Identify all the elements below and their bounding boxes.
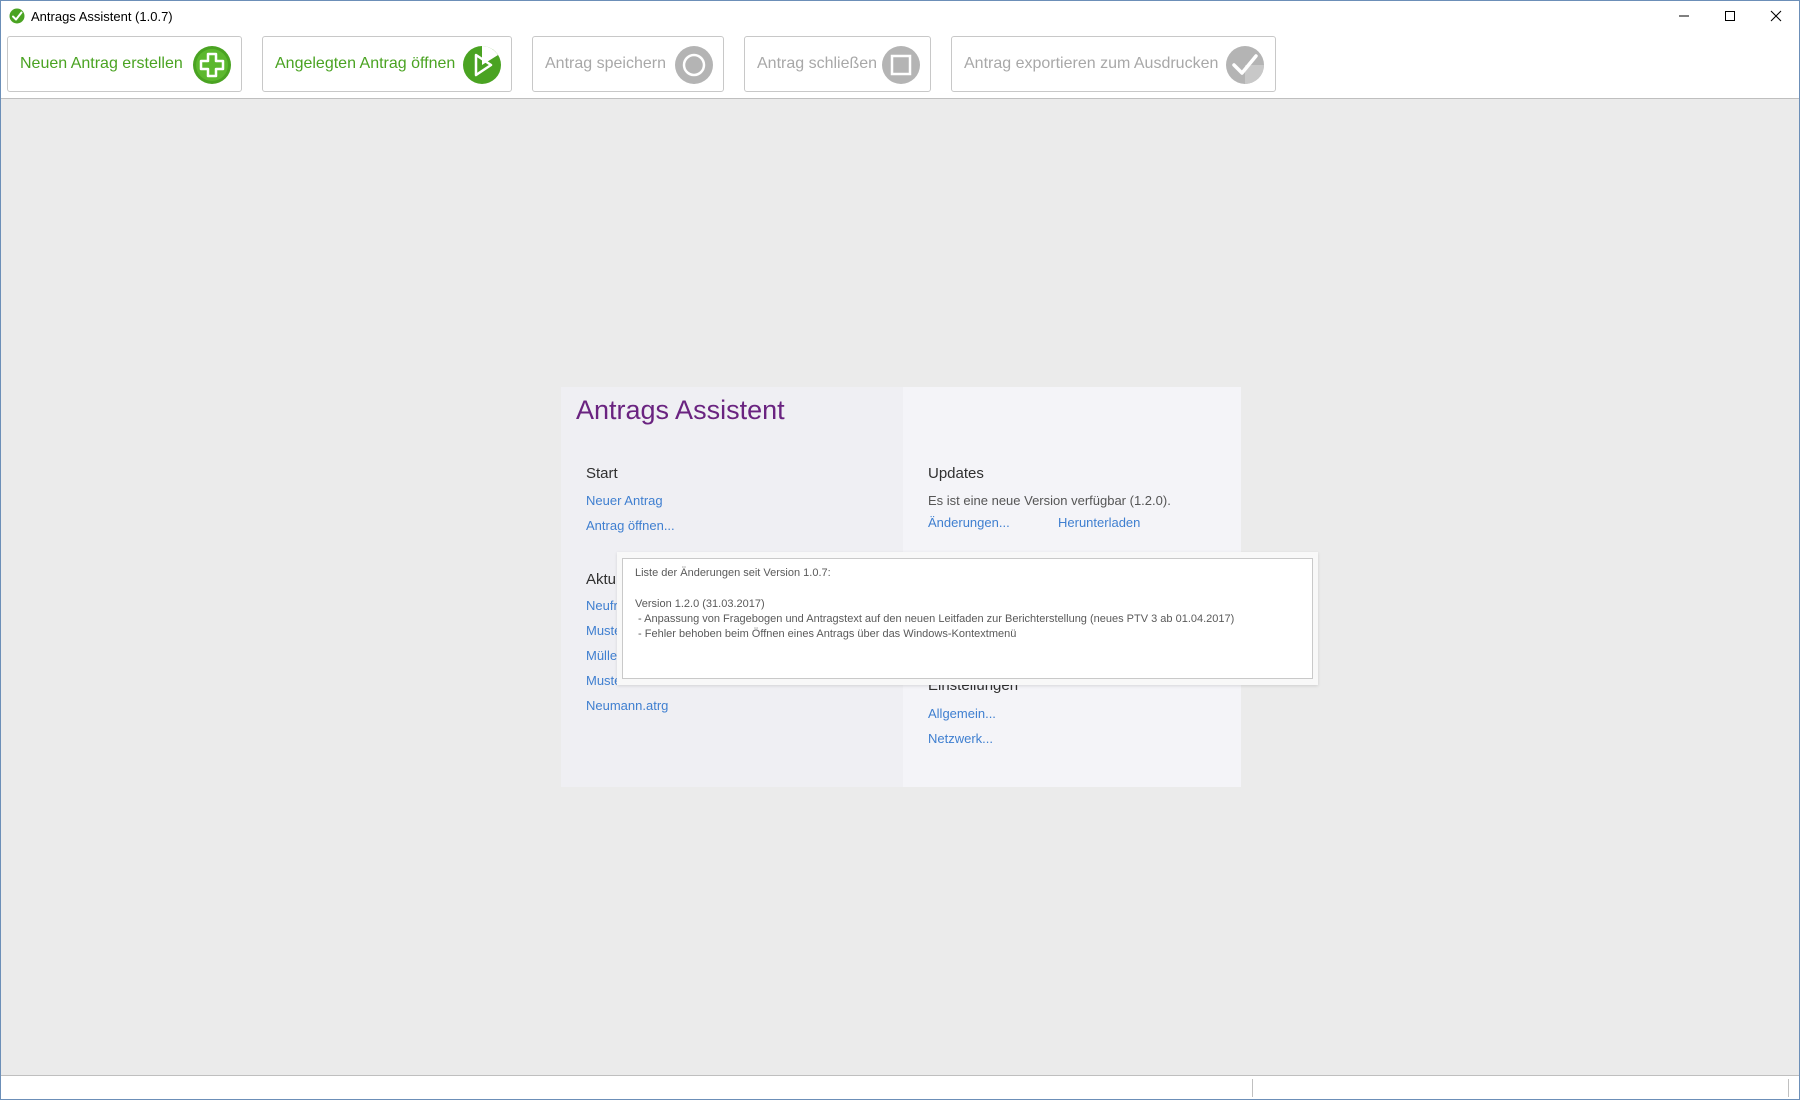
open-application-button[interactable]: Angelegten Antrag öffnen bbox=[262, 36, 512, 92]
changes-link[interactable]: Änderungen... bbox=[928, 515, 1010, 530]
tooltip-version-line: Version 1.2.0 (31.03.2017) bbox=[635, 598, 765, 610]
minimize-button[interactable] bbox=[1661, 1, 1707, 31]
recent-file-link[interactable]: Mülle bbox=[586, 648, 617, 663]
new-application-link[interactable]: Neuer Antrag bbox=[586, 493, 663, 508]
updates-section-title: Updates bbox=[928, 465, 984, 482]
tooltip-change-item: - Anpassung von Fragebogen und Antragste… bbox=[635, 613, 1235, 625]
start-section-title: Start bbox=[586, 465, 618, 482]
close-square-icon bbox=[882, 46, 920, 84]
app-logo-icon bbox=[9, 8, 25, 24]
save-application-label: Antrag speichern bbox=[545, 55, 666, 72]
recent-section-title: Aktu bbox=[586, 571, 617, 588]
status-separator bbox=[1788, 1079, 1789, 1097]
update-available-text: Es ist eine neue Version verfügbar (1.2.… bbox=[928, 493, 1171, 508]
app-window: Antrags Assistent (1.0.7) Neuen Antrag e… bbox=[0, 0, 1800, 1100]
title-bar[interactable]: Antrags Assistent (1.0.7) bbox=[1, 1, 1799, 31]
status-bar bbox=[1, 1075, 1799, 1099]
save-application-button[interactable]: Antrag speichern bbox=[532, 36, 724, 92]
maximize-icon bbox=[1725, 11, 1735, 21]
maximize-button[interactable] bbox=[1707, 1, 1753, 31]
download-link[interactable]: Herunterladen bbox=[1058, 515, 1140, 530]
general-settings-link[interactable]: Allgemein... bbox=[928, 706, 996, 721]
close-icon bbox=[1770, 10, 1782, 22]
minimize-icon bbox=[1679, 15, 1689, 17]
open-application-label: Angelegten Antrag öffnen bbox=[275, 55, 456, 72]
close-application-label: Antrag schließen bbox=[757, 55, 878, 72]
new-application-label: Neuen Antrag erstellen bbox=[20, 55, 183, 72]
plus-circle-icon bbox=[193, 46, 231, 84]
changes-tooltip-body: Liste der Änderungen seit Version 1.0.7:… bbox=[622, 558, 1313, 679]
network-settings-link[interactable]: Netzwerk... bbox=[928, 731, 993, 746]
open-application-link[interactable]: Antrag öffnen... bbox=[586, 518, 675, 533]
close-application-button[interactable]: Antrag schließen bbox=[744, 36, 931, 92]
recent-file-link[interactable]: Neufr bbox=[586, 598, 618, 613]
changes-tooltip: Liste der Änderungen seit Version 1.0.7:… bbox=[617, 552, 1318, 685]
window-title: Antrags Assistent (1.0.7) bbox=[31, 8, 173, 24]
window-controls bbox=[1661, 1, 1799, 31]
open-play-icon bbox=[463, 46, 501, 84]
close-button[interactable] bbox=[1753, 1, 1799, 31]
toolbar: Neuen Antrag erstellen Angelegten Antrag… bbox=[1, 31, 1799, 99]
status-separator bbox=[1252, 1079, 1253, 1097]
export-print-label: Antrag exportieren zum Ausdrucken bbox=[964, 55, 1219, 72]
tooltip-change-item: - Fehler behoben beim Öffnen eines Antra… bbox=[635, 628, 1017, 640]
new-application-button[interactable]: Neuen Antrag erstellen bbox=[7, 36, 242, 92]
checkmark-icon bbox=[1226, 46, 1264, 84]
export-print-button[interactable]: Antrag exportieren zum Ausdrucken bbox=[951, 36, 1276, 92]
start-page-heading: Antrags Assistent bbox=[576, 395, 785, 425]
recent-file-link[interactable]: Neumann.atrg bbox=[586, 698, 668, 713]
save-circle-icon bbox=[675, 46, 713, 84]
tooltip-header: Liste der Änderungen seit Version 1.0.7: bbox=[635, 567, 831, 579]
